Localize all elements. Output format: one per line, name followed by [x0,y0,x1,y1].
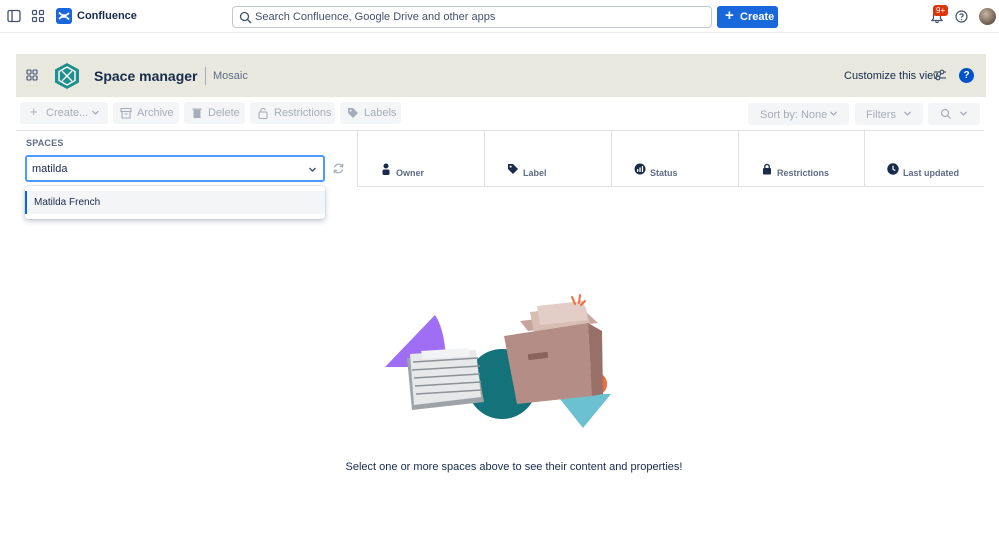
clock-icon [887,163,899,175]
filters-label: Filters [866,109,896,121]
create-menu-button[interactable]: + Create... [20,102,108,124]
column-header-label[interactable]: Label [484,131,611,187]
sidebar-toggle-icon[interactable] [7,9,21,23]
create-menu-label: Create... [46,107,89,119]
chevron-down-icon[interactable] [308,165,317,174]
column-label-restrictions: Restrictions [777,168,830,178]
columns-divider-bottom [357,186,984,187]
status-gauge-icon [634,163,646,175]
chevron-down-icon [92,110,99,115]
column-header-owner[interactable]: Owner [357,131,484,187]
app-grid-icon[interactable] [26,69,38,81]
column-label-last-updated: Last updated [903,168,960,178]
user-avatar[interactable] [979,8,996,25]
chevron-down-icon [960,111,967,116]
filters-dropdown[interactable]: Filters [855,103,923,125]
archive-button[interactable]: Archive [113,102,179,124]
spaces-select-input[interactable]: matilda [25,155,325,182]
space-manager-header: Space manager Mosaic Customize this view… [16,54,986,97]
spaces-dropdown-menu: Matilda French [25,186,325,219]
chevron-down-icon [904,111,911,116]
archive-label: Archive [137,107,174,119]
column-label-label: Label [523,168,547,178]
spaces-input-value: matilda [32,163,68,175]
search-icon [239,11,252,24]
page-title: Space manager [94,68,198,84]
column-header-status[interactable]: Status [611,131,738,187]
labels-button[interactable]: Labels [340,102,401,124]
trash-icon [192,108,202,118]
plus-icon: + [30,104,38,119]
refresh-icon[interactable] [332,162,345,175]
create-button-label: Create [740,11,775,23]
header-divider [205,67,206,85]
delete-button[interactable]: Delete [184,102,245,124]
column-label-owner: Owner [396,168,425,178]
column-header-last-updated[interactable]: Last updated [864,131,984,187]
empty-state-illustration [385,294,611,428]
customize-view-link[interactable]: Customize this view [844,70,941,82]
space-subtitle[interactable]: Mosaic [213,70,248,82]
column-label-status: Status [650,168,678,178]
person-icon [382,163,390,175]
column-header-restrictions[interactable]: Restrictions [738,131,864,187]
empty-state-message: Select one or more spaces above to see t… [345,461,683,473]
delete-label: Delete [208,107,240,119]
top-navigation: Confluence Search Confluence, Google Dri… [0,0,999,33]
restrictions-label: Restrictions [274,107,332,119]
lock-icon [763,163,771,175]
dropdown-option[interactable]: Matilda French [25,191,325,214]
unlock-icon [258,107,268,119]
space-manager-logo-icon [55,63,79,89]
search-input[interactable]: Search Confluence, Google Drive and othe… [232,6,712,28]
restrictions-button[interactable]: Restrictions [250,102,335,124]
sliders-icon[interactable] [933,69,947,81]
search-toggle-button[interactable] [928,103,980,125]
chevron-down-icon [830,111,837,116]
dropdown-option-label: Matilda French [34,197,101,208]
archive-icon [120,107,132,119]
search-placeholder: Search Confluence, Google Drive and othe… [255,11,496,23]
tag-icon [508,164,518,174]
plus-icon: + [725,7,734,24]
sort-label: Sort by: None [760,109,828,121]
help-icon[interactable] [955,10,968,23]
sort-dropdown[interactable]: Sort by: None [748,103,849,125]
brand-name[interactable]: Confluence [77,10,137,22]
app-switcher-icon[interactable] [31,9,45,23]
spaces-heading: SPACES [26,138,64,148]
labels-label: Labels [364,107,397,119]
create-button[interactable]: + Create [717,6,778,28]
notification-badge: 9+ [933,5,949,16]
search-icon [940,108,951,119]
help-button[interactable]: ? [959,68,974,83]
confluence-logo-icon[interactable] [56,8,72,24]
tag-icon [348,108,358,118]
